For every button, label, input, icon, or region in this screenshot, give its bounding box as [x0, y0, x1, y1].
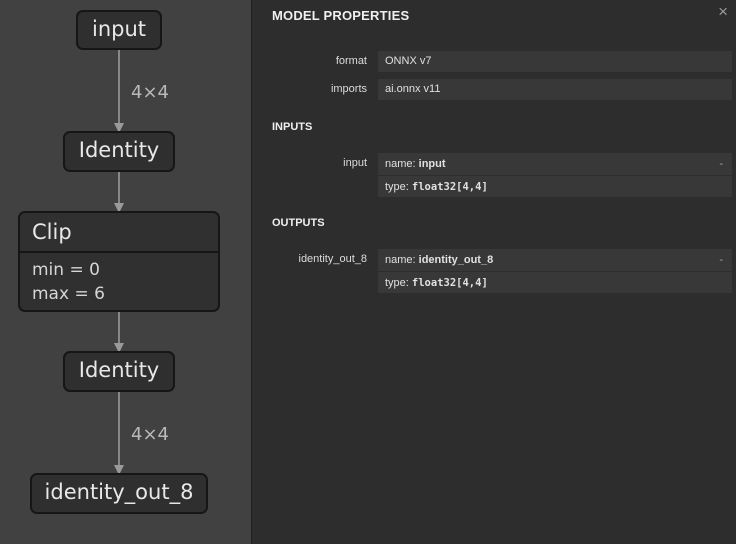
argument-name: input	[418, 158, 446, 170]
input-argument-label: input	[343, 157, 367, 169]
output-argument[interactable]: name: identity_out_8 - type: float32[4,4…	[378, 249, 732, 293]
graph-node-identity[interactable]: Identity	[63, 131, 175, 172]
type-prefix: type:	[385, 181, 412, 193]
expand-toggle[interactable]: -	[719, 249, 723, 271]
argument-name-row: name: input -	[378, 153, 732, 175]
edge-label-shape: 4×4	[131, 424, 169, 445]
argument-type: float32[4,4]	[411, 277, 488, 289]
argument-type: float32[4,4]	[411, 181, 488, 193]
property-label-imports: imports	[330, 83, 367, 95]
node-label: identity_out_8	[44, 480, 194, 504]
argument-name-row: name: identity_out_8 -	[378, 249, 732, 271]
model-properties-sidebar: MODEL PROPERTIES × format ONNX v7 import…	[251, 0, 736, 544]
node-label: input	[91, 17, 147, 41]
graph-node-input[interactable]: input	[76, 10, 162, 50]
graph-node-identity-2[interactable]: Identity	[63, 351, 175, 392]
name-prefix: name:	[385, 158, 419, 170]
attr-min: min = 0	[32, 260, 100, 280]
edge-label-shape: 4×4	[131, 82, 169, 103]
attr-max: max = 6	[32, 284, 105, 304]
node-label: Clip	[32, 220, 72, 244]
outputs-section-title: OUTPUTS	[272, 217, 325, 229]
property-value-imports: ai.onnx v11	[378, 79, 732, 100]
node-attributes: min = 0 max = 6	[20, 251, 218, 306]
name-prefix: name:	[385, 254, 419, 266]
argument-type-row: type: float32[4,4]	[378, 271, 732, 294]
expand-toggle[interactable]: -	[719, 153, 723, 175]
sidebar-title: MODEL PROPERTIES	[272, 8, 410, 23]
close-icon[interactable]: ×	[718, 2, 728, 22]
input-argument[interactable]: name: input - type: float32[4,4]	[378, 153, 732, 197]
type-prefix: type:	[385, 277, 412, 289]
graph-node-output[interactable]: identity_out_8	[30, 473, 208, 514]
node-label: Identity	[78, 358, 160, 382]
graph-canvas[interactable]: input 4×4 Identity Clip min = 0 max = 6 …	[0, 0, 251, 544]
node-label: Identity	[78, 138, 160, 162]
property-value-format: ONNX v7	[378, 51, 732, 72]
netron-window: input 4×4 Identity Clip min = 0 max = 6 …	[0, 0, 736, 544]
argument-name: identity_out_8	[418, 254, 494, 266]
argument-type-row: type: float32[4,4]	[378, 175, 732, 198]
graph-node-clip[interactable]: Clip min = 0 max = 6	[18, 211, 220, 312]
inputs-section-title: INPUTS	[272, 121, 313, 133]
property-label-format: format	[335, 55, 367, 67]
output-argument-label: identity_out_8	[298, 253, 368, 265]
